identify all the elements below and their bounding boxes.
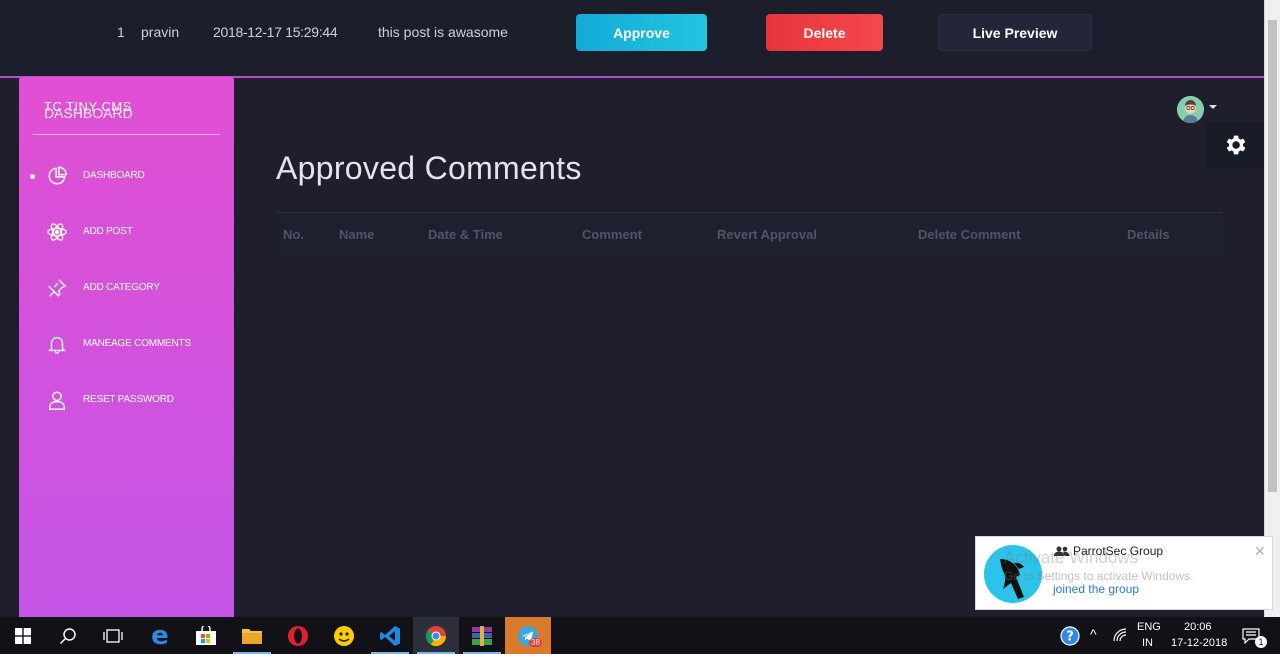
group-icon — [1054, 546, 1070, 556]
sidebar-item-label: DASHBOARD — [83, 170, 145, 181]
avatar-face-icon — [1177, 96, 1204, 123]
row-name: pravin — [141, 24, 180, 40]
taskbar-vscode[interactable] — [367, 617, 413, 654]
telegram-badge: 38 — [529, 638, 542, 647]
notification-body: joined the group — [1053, 582, 1140, 596]
column-header-comment: Comment — [582, 227, 642, 242]
search-icon — [59, 627, 76, 644]
user-icon — [48, 391, 66, 410]
column-header-details: Details — [1127, 227, 1170, 242]
divider — [33, 134, 220, 135]
help-icon: ? — [1060, 625, 1080, 646]
gear-icon — [1226, 135, 1245, 155]
taskbar: e 38 ? ^ ENG IN 20:06 17-12-2018 1 — [0, 617, 1280, 654]
taskbar-winrar[interactable] — [459, 617, 505, 654]
svg-text:?: ? — [1066, 629, 1074, 644]
start-button[interactable] — [0, 617, 46, 654]
notification-count: 1 — [1255, 636, 1267, 648]
atom-icon — [47, 223, 67, 241]
comments-table-header: No. Name Date & Time Comment Revert Appr… — [276, 212, 1222, 256]
action-center-button[interactable]: 1 — [1236, 617, 1267, 654]
scrollbar-thumb[interactable] — [1268, 20, 1277, 492]
help-tray-button[interactable]: ? — [1055, 617, 1085, 654]
notification-toast[interactable]: Activate Windows Go to Settings to activ… — [975, 536, 1273, 610]
row-datetime: 2018-12-17 15:29:44 — [213, 24, 338, 40]
store-icon — [196, 625, 216, 645]
settings-button[interactable] — [1205, 122, 1264, 168]
taskbar-opera[interactable] — [275, 617, 321, 654]
sidebar-item-dashboard[interactable]: DASHBOARD — [19, 156, 234, 196]
pending-comment-row: 1 pravin 2018-12-17 15:29:44 this post i… — [0, 0, 1264, 78]
column-header-name: Name — [339, 227, 375, 242]
ghost-icon — [334, 625, 354, 646]
user-avatar[interactable] — [1177, 96, 1204, 123]
row-comment: this post is awasome — [378, 24, 508, 40]
taskbar-store[interactable] — [183, 617, 229, 654]
column-header-delete-comment: Delete Comment — [918, 227, 1021, 242]
chrome-icon — [425, 625, 447, 646]
clock-date[interactable]: 17-12-2018 — [1171, 637, 1227, 649]
taskbar-telegram[interactable]: 38 — [505, 617, 551, 654]
taskbar-chrome[interactable] — [413, 617, 459, 654]
folder-icon — [242, 628, 262, 644]
sidebar-item-reset-password[interactable]: RESET PASSWORD — [19, 380, 234, 420]
delete-button[interactable]: Delete — [766, 14, 883, 51]
column-header-date-time: Date & Time — [428, 227, 503, 242]
wifi-icon[interactable] — [1112, 627, 1128, 643]
vertical-scrollbar[interactable] — [1264, 0, 1280, 617]
chevron-down-icon[interactable] — [1209, 105, 1217, 109]
taskbar-cyberghost[interactable] — [321, 617, 367, 654]
windows-icon — [15, 627, 31, 644]
sidebar-item-add-category[interactable]: ADD CATEGORY — [19, 268, 234, 308]
brand[interactable]: TC TINY CMS DASHBOARD — [44, 99, 220, 135]
sidebar-item-label: ADD POST — [83, 226, 133, 237]
sidebar-item-add-post[interactable]: ADD POST — [19, 212, 234, 252]
language-code[interactable]: ENG — [1137, 621, 1161, 633]
task-view-button[interactable] — [90, 617, 136, 654]
live-preview-button[interactable]: Live Preview — [938, 14, 1092, 51]
sidebar-item-label: MANEAGE COMMENTS — [83, 338, 191, 349]
taskbar-edge[interactable]: e — [137, 617, 183, 654]
sidebar-item-label: RESET PASSWORD — [83, 394, 174, 405]
pie-chart-icon — [48, 166, 67, 185]
edge-icon: e — [151, 620, 169, 651]
column-header-revert-approval: Revert Approval — [717, 227, 817, 242]
vscode-icon — [380, 625, 400, 646]
language-region[interactable]: IN — [1142, 637, 1153, 649]
column-header-no: No. — [283, 227, 304, 242]
dashboard-heading: DASHBOARD — [44, 105, 133, 121]
search-button[interactable] — [45, 617, 91, 654]
pin-icon — [48, 279, 67, 297]
sidebar-item-manage-comments[interactable]: MANEAGE COMMENTS — [19, 324, 234, 364]
taskbar-file-explorer[interactable] — [229, 617, 275, 654]
sidebar-item-label: ADD CATEGORY — [83, 282, 160, 293]
row-number: 1 — [117, 24, 125, 40]
sidebar: TC TINY CMS DASHBOARD DASHBOARD ADD POST… — [19, 77, 234, 617]
clock-time[interactable]: 20:06 — [1184, 621, 1212, 633]
approve-button[interactable]: Approve — [576, 14, 707, 51]
task-view-icon — [103, 628, 123, 643]
active-indicator — [30, 174, 35, 179]
archive-icon — [472, 625, 492, 646]
chevron-up-icon[interactable]: ^ — [1090, 626, 1097, 642]
bell-icon — [48, 336, 66, 354]
opera-icon — [288, 625, 308, 646]
activation-watermark-subtitle: Go to Settings to activate Windows. — [1004, 569, 1194, 583]
notification-title: ParrotSec Group — [1073, 544, 1164, 558]
page-title: Approved Comments — [276, 150, 582, 186]
close-icon[interactable]: ✕ — [1254, 543, 1266, 560]
